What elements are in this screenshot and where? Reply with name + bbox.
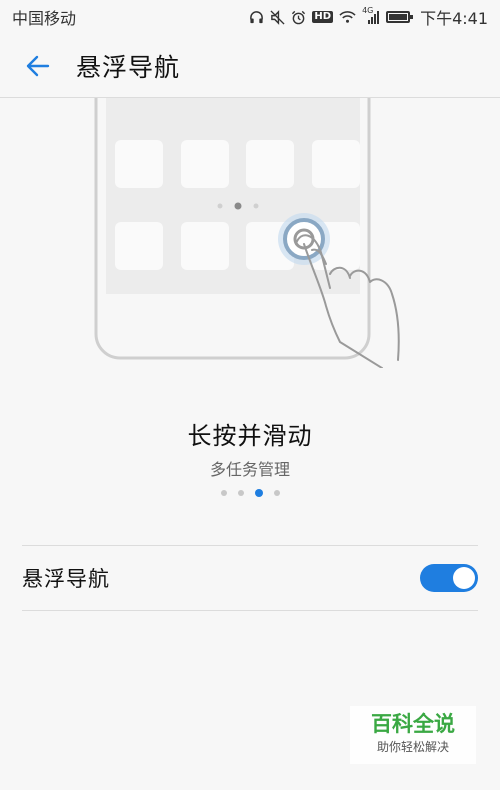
- page-dot-3-active[interactable]: [254, 489, 263, 497]
- mute-icon: [270, 9, 285, 25]
- alarm-icon: [292, 10, 306, 24]
- carrier-label: 中国移动: [12, 9, 77, 28]
- status-bar: 中国移动 HD 4G 下午4:41: [0, 0, 500, 34]
- app-bar: 悬浮导航: [0, 34, 500, 98]
- page-title: 悬浮导航: [76, 52, 181, 82]
- setting-label: 悬浮导航: [22, 567, 110, 591]
- page-indicator[interactable]: [0, 489, 500, 497]
- arrow-left-icon: [26, 55, 50, 76]
- floating-nav-setting-row[interactable]: 悬浮导航: [22, 546, 478, 610]
- clock: 下午4:41: [420, 9, 488, 28]
- watermark-title: 百科全说: [371, 712, 455, 736]
- watermark: 百科全说 助你轻松解决: [350, 706, 476, 764]
- signal-icon: 4G: [362, 6, 380, 24]
- wifi-icon: [339, 11, 356, 23]
- tutorial-title: 长按并滑动: [187, 422, 313, 450]
- back-button[interactable]: [0, 34, 76, 98]
- hd-icon: HD: [312, 11, 334, 23]
- tutorial-illustration: [94, 98, 400, 368]
- battery-icon: [386, 11, 414, 23]
- page-dot-4[interactable]: [273, 490, 280, 496]
- headset-icon: [250, 10, 264, 23]
- tutorial-subtitle: 多任务管理: [209, 460, 290, 479]
- floating-nav-toggle[interactable]: [420, 564, 478, 592]
- divider-bottom: [22, 610, 478, 611]
- watermark-subtitle: 助你轻松解决: [376, 740, 449, 754]
- page-dot-2[interactable]: [237, 490, 244, 496]
- status-icons: HD 4G 下午4:41: [249, 5, 488, 29]
- page-dot-1[interactable]: [220, 490, 227, 496]
- toggle-knob: [453, 567, 475, 589]
